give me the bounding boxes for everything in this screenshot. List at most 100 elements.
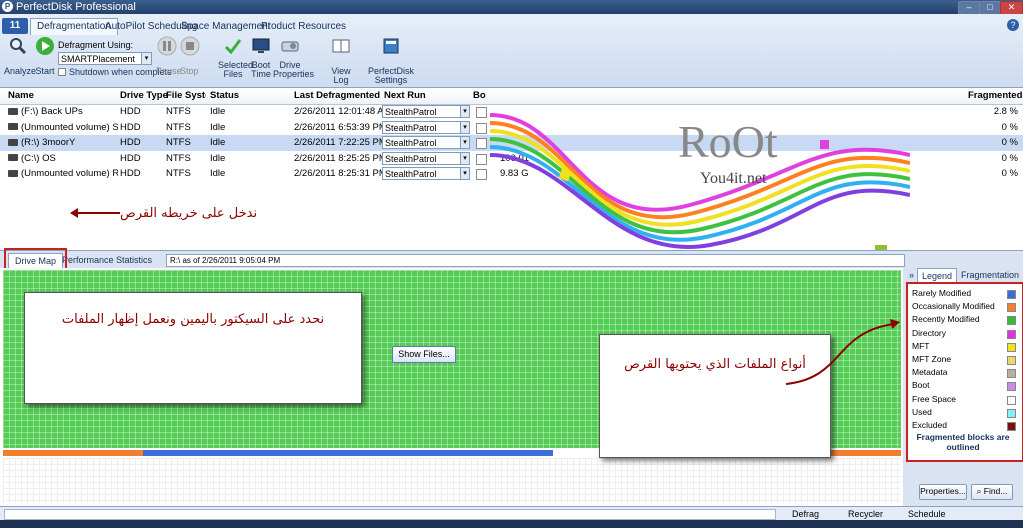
next-run-select[interactable]: StealthPatrol ▾ [382,167,470,180]
column-name[interactable]: Name [8,88,34,104]
boot-checkbox[interactable] [476,138,487,149]
disk-last-defragmented: 2/26/2011 12:01:48 AM [294,106,392,117]
column-fragmented[interactable]: Fragmented [968,88,1022,104]
drive-status-bar: R:\ as of 2/26/2011 9:05:04 PM [166,254,905,267]
legend-swatch [1007,303,1016,313]
window-title: PerfectDisk Professional [16,1,136,13]
next-run-select[interactable]: StealthPatrol ▾ [382,120,470,134]
view-tabs: Drive Map Performance Statistics R:\ as … [0,250,1023,269]
next-run-select[interactable]: StealthPatrol ▾ [382,136,470,149]
boot-time-button[interactable]: Boot Time [250,36,272,79]
shutdown-checkbox[interactable] [58,68,66,76]
column-boot[interactable]: Bo [473,88,486,104]
disk-last-defragmented: 2/26/2011 8:25:25 PM [294,152,387,164]
boot-checkbox[interactable] [476,169,487,180]
logo-text: RoOt [678,116,778,167]
selected-files-button[interactable]: Selected Files [218,36,253,79]
next-run-select[interactable]: StealthPatrol ▾ [382,151,470,165]
boot-checkbox[interactable] [476,122,487,134]
chevron-down-icon: ▾ [460,106,469,117]
column-next-run[interactable]: Next Run [384,88,426,104]
disk-status: Idle [210,168,226,179]
hard-drive-icon [8,169,18,177]
column-last-defragmented[interactable]: Last Defragmented [294,88,380,104]
pause-icon [157,36,177,56]
search-icon: ⌕ [976,486,982,496]
view-log-button[interactable]: View Log [326,36,356,85]
status-bar: Defrag Recycler Schedule [0,506,1023,520]
logo-subtext: You4it.net [700,170,767,187]
disk-status: Idle [210,137,226,148]
taskbar [0,520,1023,528]
free-space-grid [3,458,901,503]
map-segment [143,450,553,456]
legend-item: Boot [912,380,1016,392]
legend-item: Metadata [912,367,1016,379]
help-icon[interactable]: ? [1007,19,1019,31]
checkmark-icon [224,39,242,55]
legend-item: Free Space [912,394,1016,405]
disk-type: HDD [120,121,141,133]
column-drive-type[interactable]: Drive Type [120,88,168,104]
disk-fs: NTFS [166,152,191,164]
pause-button[interactable]: Pause [156,36,182,76]
tab-product-resources[interactable]: Product Resources [254,18,353,35]
next-run-select[interactable]: StealthPatrol ▾ [382,105,470,118]
boot-checkbox[interactable] [476,107,487,118]
hard-drive-icon [8,107,18,115]
legend-swatch [1007,369,1016,379]
legend-item: Occasionally Modified [912,301,1016,313]
legend-note: Fragmented blocks are outlined [916,432,1010,452]
status-defrag: Defrag [792,509,820,519]
column-status[interactable]: Status [210,88,239,104]
drive-properties-button[interactable]: Drive Properties [273,36,314,79]
defragment-using-label: Defragment Using: [58,40,134,50]
disk-name: (F:\) Back UPs [8,104,118,120]
title-bar: P PerfectDisk Professional – □ ✕ [0,0,1023,15]
legend-item: MFT [912,341,1016,352]
legend-item: Used [912,407,1016,418]
boot-checkbox[interactable] [476,153,487,165]
disk-fragmented: 2.8 % [993,106,1018,117]
disk-fs: NTFS [166,121,191,133]
legend-list: Rarely Modified Occasionally Modified Rece… [906,282,1023,462]
status-schedule: Schedule [908,509,946,519]
close-button[interactable]: ✕ [1000,1,1023,15]
disk-type: HDD [120,106,141,117]
tab-statistics[interactable]: Statistics [110,253,158,268]
start-button[interactable]: Start [34,36,56,76]
legend-swatch [1007,408,1016,418]
disk-last-defragmented: 2/26/2011 6:53:39 PM [294,121,387,133]
annotation-select-sector: نحدد على السيكتور باليمين ونعمل إظهار ال… [24,292,362,404]
tab-legend[interactable]: Legend [917,268,958,283]
legend-swatch [1007,316,1016,326]
properties-button[interactable]: Properties... [919,484,967,500]
column-file-system[interactable]: File System [166,88,206,104]
monitor-icon [252,38,270,53]
minimize-button[interactable]: – [958,1,980,15]
stop-button[interactable]: Stop [180,36,200,76]
tab-fragmentation[interactable]: Fragmentation [957,268,1023,282]
disk-type: HDD [120,152,141,164]
app-icon: P [2,1,13,12]
disk-last-defragmented: 2/26/2011 7:22:25 PM [294,137,387,148]
find-button[interactable]: ⌕ Find... [971,484,1013,500]
legend-item: MFT Zone [912,354,1016,365]
map-segment [3,450,143,456]
disk-type: HDD [120,137,141,148]
perfectdisk-settings-button[interactable]: PerfectDisk Settings [358,36,424,85]
hard-drive-icon [8,138,18,146]
maximize-button[interactable]: □ [979,1,1001,15]
magnifier-icon [10,38,27,55]
disk-fs: NTFS [166,137,191,148]
show-files-button[interactable]: Show Files... [392,346,456,363]
chevron-down-icon: ▾ [460,168,469,179]
analyze-button[interactable]: Analyze [4,36,36,76]
app-menu-button[interactable]: 11 [2,18,28,34]
root-logo: RoOt You4it.net [490,113,910,262]
legend-item: Recently Modified [912,314,1016,326]
method-select[interactable]: SMARTPlacement ▾ [58,52,152,65]
disk-fragmented: 0 % [1001,121,1018,133]
play-icon [36,37,54,55]
ribbon: 11 Defragmentation AutoPilot Scheduling … [0,14,1023,88]
